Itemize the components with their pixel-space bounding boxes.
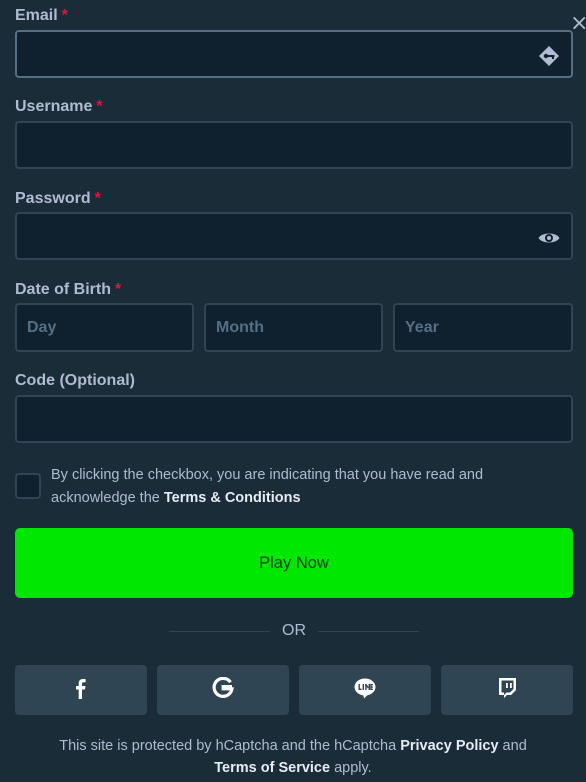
dob-year-input[interactable]: [395, 305, 571, 350]
google-login-button[interactable]: [157, 665, 289, 715]
dob-label: Date of Birth *: [15, 281, 122, 298]
terms-checkbox[interactable]: [15, 473, 41, 499]
code-input[interactable]: [17, 397, 571, 441]
required-mark: *: [115, 281, 122, 298]
google-icon: [212, 676, 234, 704]
required-mark: *: [94, 190, 101, 207]
dob-month-field[interactable]: [204, 303, 383, 352]
or-divider: OR: [169, 620, 419, 642]
terms-link[interactable]: Terms & Conditions: [164, 490, 301, 506]
required-mark: *: [96, 98, 103, 115]
eye-icon[interactable]: [537, 226, 561, 250]
password-label: Password *: [15, 190, 101, 207]
twitch-icon: [497, 677, 517, 704]
hcaptcha-notice: This site is protected by hCaptcha and t…: [59, 738, 527, 776]
dob-year-field[interactable]: [393, 303, 573, 352]
facebook-login-button[interactable]: [15, 665, 147, 715]
play-now-button[interactable]: Play Now: [15, 528, 573, 598]
code-label: Code (Optional): [15, 372, 135, 389]
terms-text: By clicking the checkbox, you are indica…: [51, 467, 484, 506]
password-input[interactable]: [17, 214, 571, 258]
dob-month-input[interactable]: [206, 305, 381, 350]
dob-day-field[interactable]: [15, 303, 194, 352]
code-field[interactable]: [15, 395, 573, 443]
email-field[interactable]: [15, 30, 573, 78]
divider-line: [318, 630, 419, 632]
privacy-policy-link[interactable]: Privacy Policy: [400, 738, 498, 754]
divider-line: [169, 630, 270, 632]
line-login-button[interactable]: [299, 665, 431, 715]
line-icon: [353, 677, 377, 704]
email-input[interactable]: [17, 32, 571, 76]
email-label: Email *: [15, 7, 68, 24]
twitch-login-button[interactable]: [441, 665, 573, 715]
dob-day-input[interactable]: [17, 305, 192, 350]
username-input[interactable]: [17, 123, 571, 167]
username-label: Username *: [15, 98, 103, 115]
facebook-icon: [71, 677, 91, 704]
or-text: OR: [282, 622, 306, 639]
password-manager-key-icon[interactable]: [537, 44, 561, 68]
required-mark: *: [61, 7, 68, 24]
password-field[interactable]: [15, 212, 573, 260]
username-field[interactable]: [15, 121, 573, 169]
terms-of-service-link[interactable]: Terms of Service: [214, 760, 330, 776]
